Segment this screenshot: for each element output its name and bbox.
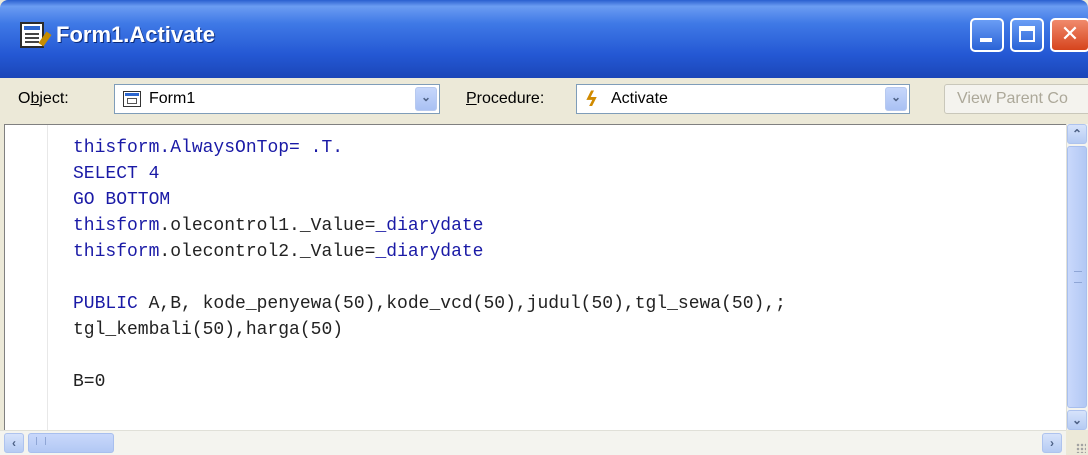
code-line[interactable]: tgl_kembali(50),harga(50) xyxy=(73,317,786,343)
object-dropdown[interactable]: Form1 ⌄ xyxy=(114,84,440,114)
code-line[interactable]: B=0 xyxy=(73,369,786,395)
scroll-right-button[interactable]: › xyxy=(1042,433,1062,453)
horizontal-scrollbar[interactable]: ‹ › xyxy=(0,430,1066,455)
code-line[interactable]: PUBLIC A,B, kode_penyewa(50),kode_vcd(50… xyxy=(73,291,786,317)
object-label: Object: xyxy=(18,90,69,107)
minimize-icon xyxy=(980,38,992,42)
maximize-button[interactable] xyxy=(1010,18,1044,52)
vertical-scroll-thumb[interactable] xyxy=(1067,146,1087,408)
code-keyword: SELECT 4 xyxy=(73,164,160,184)
code-token: .olecontrol1._Value= xyxy=(159,216,376,236)
procedure-dropdown-button[interactable]: ⌄ xyxy=(885,87,907,111)
code-window-icon xyxy=(20,22,52,48)
scroll-up-button[interactable]: ⌃ xyxy=(1067,124,1087,144)
event-bolt-icon: ϟ xyxy=(585,87,599,111)
chevron-down-icon: ⌄ xyxy=(420,90,432,104)
code-line[interactable]: SELECT 4 xyxy=(73,161,786,187)
procedure-label: Procedure: xyxy=(466,90,545,107)
chevron-right-icon: › xyxy=(1050,436,1054,450)
code-editor[interactable]: thisform.AlwaysOnTop= .T. SELECT 4 GO BOTT… xyxy=(4,124,1066,430)
code-text[interactable]: thisform.AlwaysOnTop= .T. SELECT 4 GO BOTT… xyxy=(73,135,786,395)
object-value: Form1 xyxy=(149,90,196,107)
resize-grip-icon xyxy=(1076,443,1086,453)
procedure-value: Activate xyxy=(611,90,668,107)
code-keyword: GO BOTTOM xyxy=(73,190,171,210)
scroll-down-button[interactable]: ⌄ xyxy=(1067,410,1087,430)
toolbar: Object: Form1 ⌄ Procedure: ϟ Activate ⌄ … xyxy=(0,78,1088,122)
code-keyword: .AlwaysOnTop= .T. xyxy=(159,138,344,158)
selection-margin[interactable] xyxy=(5,125,48,430)
code-token: A,B, kode_penyewa(50),kode_vcd(50),judul… xyxy=(137,294,786,314)
code-token: B=0 xyxy=(73,372,106,392)
code-editor-window: Form1.Activate ✕ Object: Form1 ⌄ Procedu… xyxy=(0,0,1088,455)
code-keyword: _diarydate xyxy=(375,216,484,236)
chevron-down-icon: ⌄ xyxy=(890,90,902,104)
window-title: Form1.Activate xyxy=(56,22,215,47)
code-line[interactable] xyxy=(73,265,786,291)
minimize-button[interactable] xyxy=(970,18,1004,52)
view-parent-code-button[interactable]: View Parent Co xyxy=(944,84,1088,114)
code-keyword: PUBLIC xyxy=(73,294,138,314)
procedure-dropdown[interactable]: ϟ Activate ⌄ xyxy=(576,84,910,114)
chevron-down-icon: ⌄ xyxy=(1071,413,1083,427)
code-keyword: _diarydate xyxy=(375,242,484,262)
code-token: .olecontrol2._Value= xyxy=(159,242,376,262)
code-line[interactable]: thisform.AlwaysOnTop= .T. xyxy=(73,135,786,161)
code-token: tgl_kembali(50),harga(50) xyxy=(73,320,344,340)
close-button[interactable]: ✕ xyxy=(1050,18,1088,52)
code-line[interactable]: GO BOTTOM xyxy=(73,187,786,213)
code-keyword: thisform xyxy=(73,216,160,236)
resize-grip[interactable] xyxy=(1066,430,1088,455)
close-icon: ✕ xyxy=(1060,22,1080,47)
chevron-left-icon: ‹ xyxy=(12,436,16,450)
code-line[interactable] xyxy=(73,343,786,369)
title-bar[interactable]: Form1.Activate ✕ xyxy=(0,0,1088,78)
chevron-up-icon: ⌃ xyxy=(1071,127,1083,141)
code-line[interactable]: thisform.olecontrol2._Value=_diarydate xyxy=(73,239,786,265)
code-keyword: thisform xyxy=(73,242,160,262)
scroll-left-button[interactable]: ‹ xyxy=(4,433,24,453)
code-line[interactable]: thisform.olecontrol1._Value=_diarydate xyxy=(73,213,786,239)
vertical-scrollbar[interactable]: ⌃ ⌄ xyxy=(1066,124,1088,430)
form-icon xyxy=(123,91,141,107)
maximize-icon xyxy=(1019,26,1035,42)
object-dropdown-button[interactable]: ⌄ xyxy=(415,87,437,111)
code-keyword: thisform xyxy=(73,138,160,158)
